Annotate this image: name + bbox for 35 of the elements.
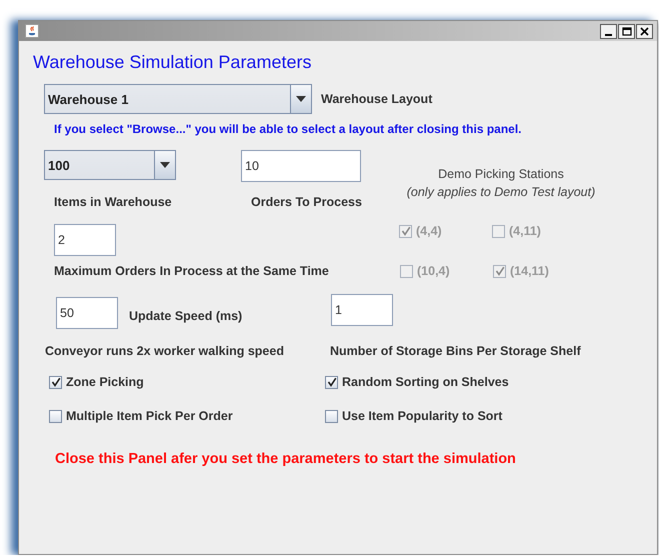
speed-field[interactable]: 50 — [56, 297, 118, 329]
close-button[interactable] — [636, 24, 653, 38]
demo-subtitle: (only applies to Demo Test layout) — [406, 185, 596, 199]
instruction-note: Close this Panel afer you set the parameters to start the simulation — [55, 451, 516, 467]
checkbox-label[interactable]: Use Item Popularity to Sort — [342, 409, 502, 423]
minimize-icon — [605, 34, 612, 36]
checkbox[interactable] — [49, 376, 62, 388]
bins-field[interactable]: 1 — [331, 294, 393, 326]
cup-icon — [25, 24, 39, 38]
checkbox[interactable] — [325, 376, 338, 388]
orders-field[interactable]: 10 — [241, 150, 361, 182]
panel-heading: Warehouse Simulation Parameters — [33, 51, 312, 73]
layout-label: Warehouse Layout — [321, 92, 432, 106]
browse-note: If you select "Browse..." you will be able to select a layout after closing this panel. — [54, 122, 522, 136]
close-icon — [640, 26, 649, 36]
checkbox[interactable] — [49, 410, 62, 422]
bins-label: Number of Storage Bins Per Storage Shelf — [330, 344, 581, 358]
checkbox-label[interactable]: Multiple Item Pick Per Order — [66, 409, 233, 423]
conveyor-note: Conveyor runs 2x worker walking speed — [45, 344, 285, 358]
orders-label: Orders To Process — [251, 195, 362, 209]
items-label: Items in Warehouse — [54, 195, 173, 209]
minimize-button[interactable] — [600, 24, 617, 38]
caret-icon — [296, 96, 306, 102]
caret-icon — [160, 162, 170, 168]
items-dropdown[interactable]: 100 — [44, 150, 176, 180]
max-orders-label: Maximum Orders In Process at the Same Time — [54, 264, 330, 278]
checkbox[interactable] — [325, 410, 338, 422]
speed-label: Update Speed (ms) — [129, 309, 244, 323]
maximize-icon — [622, 26, 632, 36]
checkbox-label[interactable]: Zone Picking — [66, 375, 144, 389]
maximize-button[interactable] — [618, 24, 635, 38]
max-orders-field[interactable]: 2 — [54, 224, 116, 256]
checkbox-label[interactable]: Random Sorting on Shelves — [342, 375, 509, 389]
demo-title: Demo Picking Stations — [438, 167, 564, 181]
layout-dropdown[interactable]: Warehouse 1 — [44, 84, 312, 114]
